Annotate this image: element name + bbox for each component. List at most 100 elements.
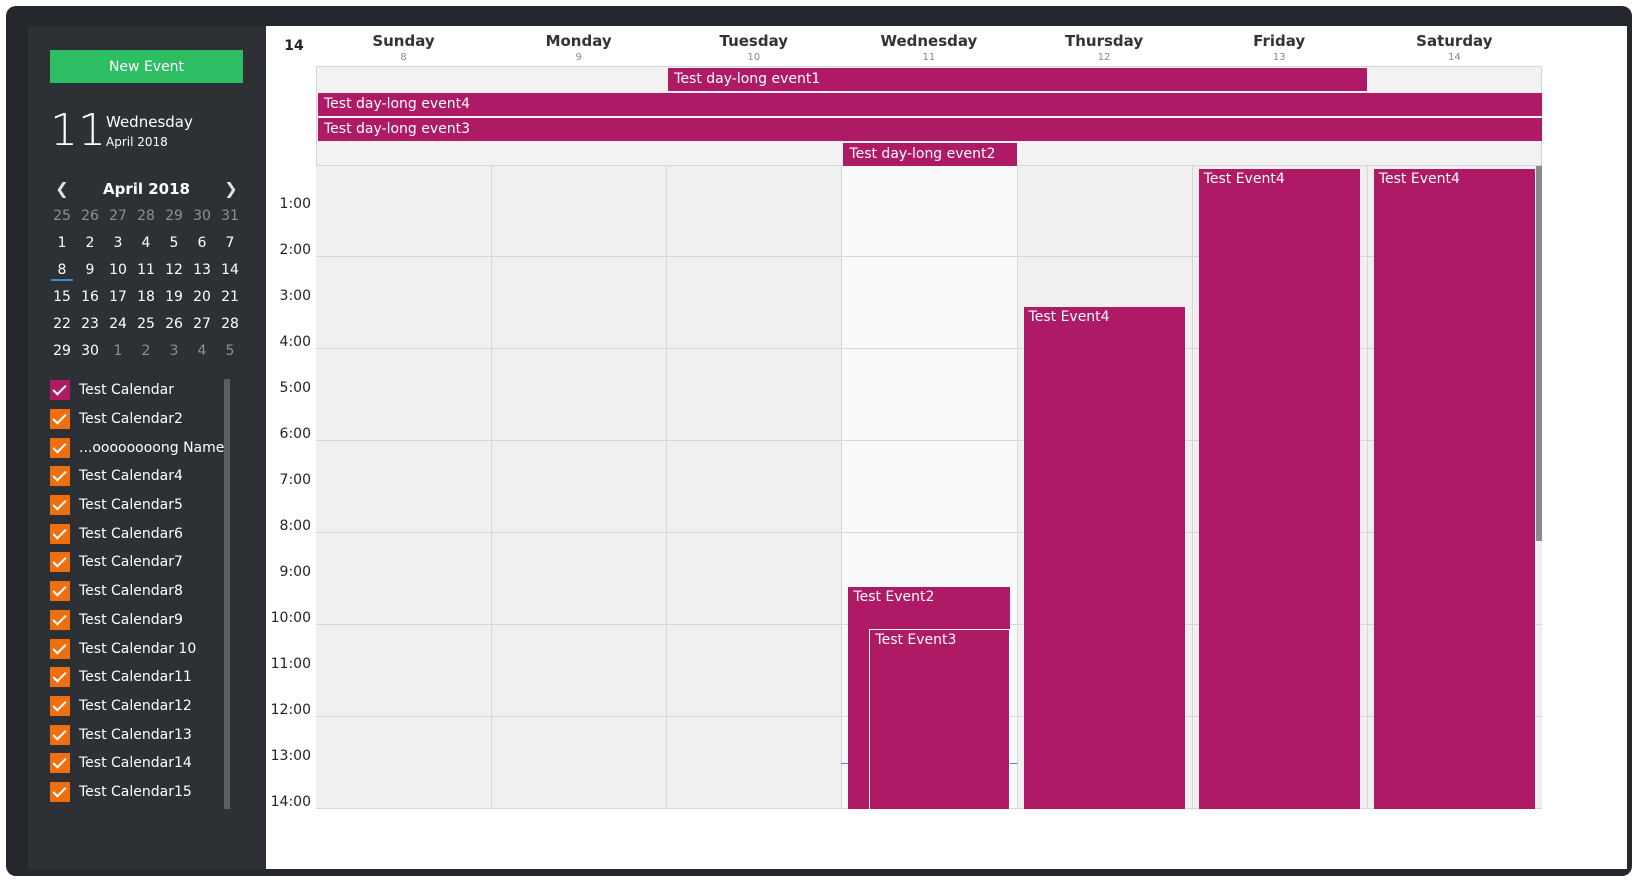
mini-calendar-day[interactable]: 10 xyxy=(104,257,132,284)
checkbox-icon[interactable] xyxy=(50,667,70,688)
calendar-item[interactable]: ...oooooooong Name xyxy=(50,433,236,462)
all-day-event[interactable]: Test day-long event1 xyxy=(668,68,1367,91)
checkbox-icon[interactable] xyxy=(50,609,70,630)
mini-calendar-day[interactable]: 18 xyxy=(132,284,160,311)
mini-calendar-day[interactable]: 25 xyxy=(132,311,160,338)
time-grid-scrollbar[interactable] xyxy=(1536,166,1542,541)
mini-calendar-day[interactable]: 5 xyxy=(216,338,244,365)
calendar-event[interactable]: Test Event4 xyxy=(1198,168,1360,809)
mini-calendar-day[interactable]: 12 xyxy=(160,257,188,284)
calendar-item[interactable]: Test Calendar8 xyxy=(50,577,236,606)
calendar-item[interactable]: Test Calendar11 xyxy=(50,663,236,692)
all-day-event[interactable]: Test day-long event2 xyxy=(843,143,1017,166)
calendar-item[interactable]: Test Calendar14 xyxy=(50,749,236,778)
mini-calendar-day[interactable]: 6 xyxy=(188,230,216,257)
calendar-item[interactable]: Test Calendar13 xyxy=(50,720,236,749)
mini-calendar-day[interactable]: 9 xyxy=(76,257,104,284)
calendar-item[interactable]: Test Calendar7 xyxy=(50,548,236,577)
calendar-list: Test Calendar Test Calendar2 ...oooooooong… xyxy=(50,376,236,806)
mini-calendar-day[interactable]: 7 xyxy=(216,230,244,257)
mini-calendar-day[interactable]: 25 xyxy=(48,203,76,230)
day-header[interactable]: Friday 13 xyxy=(1192,30,1367,64)
calendar-item-label: Test Calendar12 xyxy=(79,697,192,714)
mini-calendar-day[interactable]: 31 xyxy=(216,203,244,230)
mini-calendar-day[interactable]: 4 xyxy=(188,338,216,365)
time-label: 4:00 xyxy=(279,334,311,350)
day-header[interactable]: Saturday 14 xyxy=(1367,30,1542,64)
calendar-item[interactable]: Test Calendar6 xyxy=(50,519,236,548)
mini-calendar-day[interactable]: 22 xyxy=(48,311,76,338)
all-day-event[interactable]: Test day-long event4 xyxy=(318,93,1542,116)
mini-calendar-day[interactable]: 14 xyxy=(216,257,244,284)
mini-calendar-day[interactable]: 8 xyxy=(48,257,76,284)
checkbox-icon[interactable] xyxy=(50,466,70,487)
mini-calendar-day[interactable]: 1 xyxy=(48,230,76,257)
day-header[interactable]: Wednesday 11 xyxy=(841,30,1016,64)
mini-calendar-day[interactable]: 1 xyxy=(104,338,132,365)
calendar-item[interactable]: Test Calendar4 xyxy=(50,462,236,491)
mini-calendar-day[interactable]: 30 xyxy=(188,203,216,230)
calendar-event[interactable]: Test Event4 xyxy=(1023,306,1185,809)
day-header-number: 12 xyxy=(1097,52,1111,63)
calendar-event[interactable]: Test Event3 xyxy=(869,628,1010,809)
week-view: 14 Sunday 8 Monday 9 Tuesday 10 Wednesday 11 Thu… xyxy=(266,26,1627,869)
calendar-item[interactable]: Test Calendar xyxy=(50,376,236,405)
mini-calendar-day[interactable]: 23 xyxy=(76,311,104,338)
mini-calendar-day[interactable]: 19 xyxy=(160,284,188,311)
mini-calendar-week: 25 26 27 28 29 30 31 xyxy=(48,203,244,230)
checkbox-icon[interactable] xyxy=(50,781,70,802)
day-header[interactable]: Monday 9 xyxy=(491,30,666,64)
checkbox-icon[interactable] xyxy=(50,523,70,544)
checkbox-icon[interactable] xyxy=(50,552,70,573)
mini-calendar-day[interactable]: 26 xyxy=(160,311,188,338)
mini-calendar-day[interactable]: 3 xyxy=(104,230,132,257)
day-header[interactable]: Thursday 12 xyxy=(1017,30,1192,64)
mini-calendar-day[interactable]: 2 xyxy=(76,230,104,257)
checkbox-icon[interactable] xyxy=(50,409,70,430)
mini-calendar-day[interactable]: 29 xyxy=(160,203,188,230)
checkbox-icon[interactable] xyxy=(50,638,70,659)
day-header[interactable]: Sunday 8 xyxy=(316,30,491,64)
new-event-button[interactable]: New Event xyxy=(50,50,243,83)
all-day-event[interactable]: Test day-long event3 xyxy=(318,118,1542,141)
mini-calendar-day[interactable]: 11 xyxy=(132,257,160,284)
mini-calendar-day[interactable]: 24 xyxy=(104,311,132,338)
all-day-area: Test day-long event1 Test day-long event4… xyxy=(316,66,1542,166)
calendar-item[interactable]: Test Calendar2 xyxy=(50,405,236,434)
checkbox-icon[interactable] xyxy=(50,581,70,602)
calendar-item[interactable]: Test Calendar12 xyxy=(50,692,236,721)
checkbox-icon[interactable] xyxy=(50,695,70,716)
calendar-item[interactable]: Test Calendar5 xyxy=(50,491,236,520)
calendar-item[interactable]: Test Calendar9 xyxy=(50,606,236,635)
checkbox-icon[interactable] xyxy=(50,437,70,458)
calendar-item[interactable]: Test Calendar 10 xyxy=(50,634,236,663)
mini-calendar-day[interactable]: 17 xyxy=(104,284,132,311)
mini-calendar-day[interactable]: 13 xyxy=(188,257,216,284)
mini-calendar-day[interactable]: 27 xyxy=(188,311,216,338)
mini-calendar-day[interactable]: 28 xyxy=(216,311,244,338)
mini-calendar-day[interactable]: 21 xyxy=(216,284,244,311)
calendar-item[interactable]: Test Calendar15 xyxy=(50,778,236,807)
mini-calendar-day[interactable]: 15 xyxy=(48,284,76,311)
chevron-right-icon[interactable]: ❯ xyxy=(221,176,241,202)
window-frame: New Event 11 Wednesday April 2018 ❮ Apri… xyxy=(6,6,1632,876)
checkbox-icon[interactable] xyxy=(50,380,70,401)
mini-calendar-day[interactable]: 3 xyxy=(160,338,188,365)
mini-calendar-day[interactable]: 16 xyxy=(76,284,104,311)
calendar-event[interactable]: Test Event4 xyxy=(1373,168,1535,809)
mini-calendar-day[interactable]: 2 xyxy=(132,338,160,365)
checkbox-icon[interactable] xyxy=(50,495,70,516)
mini-calendar-day[interactable]: 30 xyxy=(76,338,104,365)
mini-calendar-day[interactable]: 20 xyxy=(188,284,216,311)
checkbox-icon[interactable] xyxy=(50,753,70,774)
mini-calendar-day[interactable]: 27 xyxy=(104,203,132,230)
checkbox-icon[interactable] xyxy=(50,724,70,745)
day-header[interactable]: Tuesday 10 xyxy=(666,30,841,64)
mini-calendar-day[interactable]: 28 xyxy=(132,203,160,230)
mini-calendar-day[interactable]: 4 xyxy=(132,230,160,257)
mini-calendar-day[interactable]: 29 xyxy=(48,338,76,365)
day-header-number: 14 xyxy=(1447,52,1461,63)
mini-calendar-day[interactable]: 26 xyxy=(76,203,104,230)
calendar-list-scrollbar[interactable] xyxy=(224,379,230,809)
mini-calendar-day[interactable]: 5 xyxy=(160,230,188,257)
